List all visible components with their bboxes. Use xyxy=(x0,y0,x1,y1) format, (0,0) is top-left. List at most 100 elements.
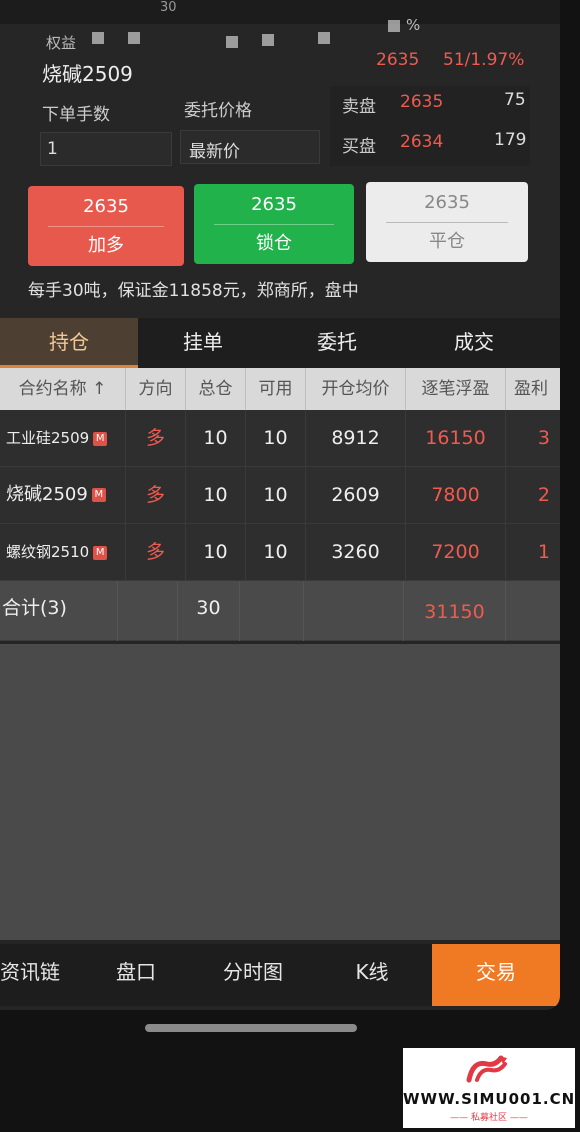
phone-frame: 30 权益 % 烧碱2509 2635 51/1.97% 下单手数 委托价格 1… xyxy=(0,0,580,1132)
cell-float-pnl: 16150 xyxy=(406,410,506,467)
order-book: 卖盘 2635 75 买盘 2634 179 xyxy=(330,86,530,166)
market-badge: M xyxy=(93,545,108,560)
status-bar: 30 xyxy=(0,0,560,24)
open-long-button[interactable]: 2635 加多 xyxy=(28,186,184,266)
cell-available: 10 xyxy=(246,524,306,581)
total-available-cell xyxy=(240,581,304,641)
ask-price[interactable]: 2635 xyxy=(400,92,443,112)
nav-kline[interactable]: K线 xyxy=(320,944,424,1006)
cell-contract-name: 工业硅2509 M xyxy=(0,410,126,467)
ask-volume: 75 xyxy=(504,90,526,110)
tab-trades[interactable]: 成交 xyxy=(406,318,542,368)
watermark-sub: —— 私募社区 —— xyxy=(450,1113,528,1123)
empty-list-area xyxy=(0,644,560,940)
button-divider xyxy=(48,226,164,227)
close-position-button[interactable]: 2635 平仓 xyxy=(366,182,528,262)
col-float-pnl[interactable]: 逐笔浮盈 xyxy=(406,368,506,410)
cell-available: 10 xyxy=(246,410,306,467)
lock-position-button[interactable]: 2635 锁仓 xyxy=(194,184,354,264)
bid-label: 买盘 xyxy=(342,137,376,157)
nav-trade[interactable]: 交易 xyxy=(432,944,560,1006)
nav-news[interactable]: 资讯链 xyxy=(0,944,60,1006)
open-long-label: 加多 xyxy=(88,235,124,256)
ask-label: 卖盘 xyxy=(342,97,376,117)
total-float-pnl: 31150 xyxy=(404,581,506,641)
col-contract-name[interactable]: 合约名称 ↑ xyxy=(0,368,126,410)
tab-orders[interactable]: 委托 xyxy=(270,318,404,368)
masked-value xyxy=(262,34,274,46)
market-badge: M xyxy=(91,488,106,502)
price-label: 委托价格 xyxy=(184,101,252,121)
bid-price[interactable]: 2634 xyxy=(400,132,443,152)
positions-table-header: 合约名称 ↑ 方向 总仓 可用 开仓均价 逐笔浮盈 盈利 xyxy=(0,368,560,410)
total-avg-cell xyxy=(304,581,404,641)
open-long-price: 2635 xyxy=(83,196,129,217)
nav-order-book[interactable]: 盘口 xyxy=(86,944,186,1006)
masked-value xyxy=(388,20,400,32)
masked-value xyxy=(318,32,330,44)
watermark-site: WWW.SIMU001.CN xyxy=(403,1090,576,1108)
total-label: 合计(3) xyxy=(0,581,118,641)
lock-price: 2635 xyxy=(251,194,297,215)
cell-direction: 多 xyxy=(126,467,186,524)
cell-available: 10 xyxy=(246,467,306,524)
cell-total: 10 xyxy=(186,410,246,467)
col-total[interactable]: 总仓 xyxy=(186,368,246,410)
price-value: 最新价 xyxy=(189,142,240,162)
cell-direction: 多 xyxy=(126,524,186,581)
close-price: 2635 xyxy=(424,192,470,213)
button-divider xyxy=(214,224,334,225)
close-label: 平仓 xyxy=(429,231,465,252)
qty-label: 下单手数 xyxy=(42,105,110,125)
cell-direction: 多 xyxy=(126,410,186,467)
contract-name-text: 烧碱2509 xyxy=(6,484,88,505)
cell-total: 10 xyxy=(186,524,246,581)
bid-volume: 179 xyxy=(494,130,527,150)
table-row[interactable]: 螺纹钢2510 M 多 10 10 3260 7200 1 xyxy=(0,524,560,581)
status-text: 30 xyxy=(160,0,177,15)
price-change: 51/1.97% xyxy=(443,50,525,70)
contract-name-text: 工业硅2509 xyxy=(6,429,90,447)
masked-value xyxy=(128,32,140,44)
total-row: 合计(3) 30 31150 xyxy=(0,581,560,641)
contract-name[interactable]: 烧碱2509 xyxy=(42,58,133,87)
cell-avg-price: 8912 xyxy=(306,410,406,467)
home-indicator[interactable] xyxy=(145,1024,357,1032)
button-divider xyxy=(386,222,508,223)
cell-profit: 3 xyxy=(537,427,550,449)
cell-contract-name: 烧碱2509 M xyxy=(0,467,126,524)
col-avg-price[interactable]: 开仓均价 xyxy=(306,368,406,410)
contract-info: 每手30吨，保证金11858元，郑商所，盘中 xyxy=(28,281,359,301)
col-profit[interactable]: 盈利 xyxy=(506,368,560,410)
qty-value: 1 xyxy=(47,139,58,159)
masked-value xyxy=(92,32,104,44)
watermark: WWW.SIMU001.CN —— 私募社区 —— xyxy=(403,1048,575,1128)
market-badge: M xyxy=(93,431,108,446)
position-tabs: 持仓 挂单 委托 成交 xyxy=(0,318,560,368)
cell-profit: 1 xyxy=(537,541,550,563)
cell-avg-price: 3260 xyxy=(306,524,406,581)
col-available[interactable]: 可用 xyxy=(246,368,306,410)
masked-value xyxy=(226,36,238,48)
table-row[interactable]: 工业硅2509 M 多 10 10 8912 16150 3 xyxy=(0,410,560,467)
col-direction[interactable]: 方向 xyxy=(126,368,186,410)
percent-sign: % xyxy=(406,16,421,34)
cell-float-pnl: 7800 xyxy=(406,467,506,524)
cell-avg-price: 2609 xyxy=(306,467,406,524)
qty-input[interactable]: 1 xyxy=(40,132,172,166)
lock-label: 锁仓 xyxy=(256,233,292,254)
bottom-nav: 资讯链 盘口 分时图 K线 交易 xyxy=(0,944,560,1006)
total-positions: 30 xyxy=(178,581,240,641)
nav-intraday[interactable]: 分时图 xyxy=(200,944,306,1006)
app-screen: 30 权益 % 烧碱2509 2635 51/1.97% 下单手数 委托价格 1… xyxy=(0,0,560,1010)
cell-total: 10 xyxy=(186,467,246,524)
price-input[interactable]: 最新价 xyxy=(180,130,320,164)
contract-name-text: 螺纹钢2510 xyxy=(6,543,90,561)
equity-label: 权益 xyxy=(46,34,77,52)
tab-positions[interactable]: 持仓 xyxy=(0,318,138,368)
watermark-logo-icon xyxy=(466,1055,507,1083)
total-direction-cell xyxy=(118,581,178,641)
table-row[interactable]: 烧碱2509 M 多 10 10 2609 7800 2 xyxy=(0,467,560,524)
cell-profit: 2 xyxy=(537,484,550,506)
tab-pending[interactable]: 挂单 xyxy=(138,318,268,368)
